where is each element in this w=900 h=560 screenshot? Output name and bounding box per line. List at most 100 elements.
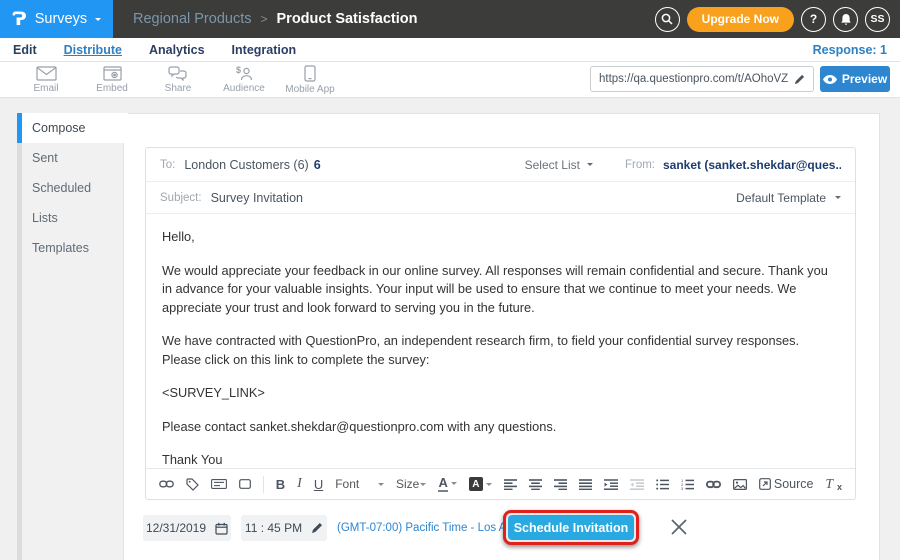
align-center-button[interactable] — [529, 479, 542, 490]
preview-label: Preview — [842, 72, 887, 86]
link-icon — [706, 480, 721, 489]
questionpro-logo: Ɂ — [12, 10, 27, 29]
chevron-down-icon — [95, 18, 101, 21]
tab-analytics[interactable]: Analytics — [149, 43, 205, 57]
chevron-down-icon — [835, 196, 841, 199]
response-count[interactable]: Response: 1 — [813, 43, 887, 57]
bold-button[interactable]: B — [276, 477, 285, 492]
insert-image-button[interactable] — [733, 479, 747, 490]
calendar-icon — [215, 522, 228, 535]
surveys-menu[interactable]: Ɂ Surveys — [0, 0, 113, 38]
bullet-list-button[interactable] — [656, 479, 669, 490]
channel-label: Share — [165, 83, 192, 94]
image-icon — [733, 479, 747, 490]
select-list-dropdown[interactable]: Select List — [525, 158, 593, 172]
breadcrumb-separator: > — [261, 12, 268, 26]
sidebar-item-scheduled[interactable]: Scheduled — [22, 173, 123, 203]
edit-pencil-icon — [311, 522, 323, 534]
tab-distribute[interactable]: Distribute — [64, 43, 122, 57]
svg-text:$: $ — [236, 66, 241, 75]
notifications-button[interactable] — [833, 7, 858, 32]
editor-toolbar: B I U Font Size A A — [146, 468, 855, 499]
schedule-date-field[interactable]: 12/31/2019 — [143, 515, 231, 541]
align-left-button[interactable] — [504, 479, 517, 490]
align-right-button[interactable] — [554, 479, 567, 490]
size-label: Size — [396, 477, 419, 491]
recipient-count[interactable]: 6 — [314, 158, 321, 172]
audience-icon: $ — [234, 66, 254, 81]
bullet-list-icon — [656, 479, 669, 490]
chevron-down-icon — [486, 483, 492, 486]
italic-button[interactable]: I — [297, 476, 302, 492]
indent-increase-icon — [604, 479, 618, 490]
share-icon — [168, 66, 188, 81]
underline-button[interactable]: U — [314, 477, 323, 492]
tab-integration[interactable]: Integration — [232, 43, 297, 57]
upgrade-now-button[interactable]: Upgrade Now — [687, 7, 794, 32]
template-label: Default Template — [736, 191, 826, 205]
size-dropdown[interactable]: Size — [396, 477, 426, 491]
channel-label: Audience — [223, 83, 265, 94]
indent-decrease-button[interactable] — [630, 479, 644, 490]
insert-survey-link-button[interactable] — [159, 479, 174, 489]
sidebar: Compose Sent Scheduled Lists Templates — [17, 113, 123, 560]
breadcrumb: Regional Products > Product Satisfaction — [133, 11, 418, 27]
email-body-editor[interactable]: Hello, We would appreciate your feedback… — [146, 215, 855, 468]
preview-button[interactable]: Preview — [820, 66, 890, 92]
subject-value[interactable]: Survey Invitation — [211, 191, 303, 205]
indent-decrease-icon — [630, 479, 644, 490]
survey-url-field[interactable]: https://qa.questionpro.com/t/AOhoVZfqml — [590, 66, 814, 92]
remove-format-icon: T — [825, 476, 833, 492]
insert-button-button[interactable] — [239, 479, 251, 489]
avatar[interactable]: SS — [865, 7, 890, 32]
align-left-icon — [504, 479, 517, 490]
embed-icon — [103, 66, 122, 81]
insert-field-button[interactable] — [211, 479, 227, 489]
body-paragraph: Thank You — [162, 451, 839, 468]
from-value[interactable]: sanket (sanket.shekdar@ques... — [663, 158, 841, 172]
sidebar-item-sent[interactable]: Sent — [22, 143, 123, 173]
text-color-button[interactable]: A — [438, 476, 456, 492]
indent-increase-button[interactable] — [604, 479, 618, 490]
sidebar-item-compose[interactable]: Compose — [17, 113, 128, 143]
channel-email[interactable]: Email — [13, 66, 79, 94]
source-button[interactable]: Source — [759, 477, 814, 491]
schedule-time-field[interactable]: 11 : 45 PM — [241, 515, 327, 541]
breadcrumb-parent[interactable]: Regional Products — [133, 11, 252, 27]
insert-tag-button[interactable] — [186, 478, 199, 491]
channel-share[interactable]: Share — [145, 66, 211, 94]
bell-icon — [840, 13, 852, 26]
schedule-invitation-button[interactable]: Schedule Invitation — [508, 515, 634, 540]
channel-audience[interactable]: $ Audience — [211, 66, 277, 94]
svg-text:3: 3 — [681, 486, 684, 490]
to-value[interactable]: London Customers (6) — [184, 158, 308, 172]
background-color-button[interactable]: A — [469, 477, 492, 491]
search-button[interactable] — [655, 7, 680, 32]
subject-row: Subject: Survey Invitation Default Templ… — [146, 182, 855, 214]
text-color-icon: A — [438, 476, 447, 492]
insert-link-button[interactable] — [706, 480, 721, 489]
channel-mobile-app[interactable]: Mobile App — [277, 65, 343, 95]
background-color-icon: A — [469, 477, 483, 491]
font-dropdown[interactable]: Font — [335, 477, 384, 491]
help-button[interactable]: ? — [801, 7, 826, 32]
font-label: Font — [335, 477, 359, 491]
remove-format-sub: x — [837, 482, 842, 492]
sidebar-item-templates[interactable]: Templates — [22, 233, 123, 263]
remove-format-button[interactable]: T x — [825, 476, 842, 492]
tab-edit[interactable]: Edit — [13, 43, 37, 57]
sidebar-item-lists[interactable]: Lists — [22, 203, 123, 233]
numbered-list-button[interactable]: 123 — [681, 479, 694, 490]
mobile-app-icon — [304, 65, 316, 82]
page: Ɂ Surveys Regional Products > Product Sa… — [0, 0, 900, 560]
topbar-actions: Upgrade Now ? SS — [655, 7, 900, 32]
template-dropdown[interactable]: Default Template — [736, 191, 841, 205]
align-right-icon — [554, 479, 567, 490]
compose-panel: To: London Customers (6) 6 Select List F… — [145, 147, 856, 500]
close-button[interactable] — [671, 519, 687, 535]
avatar-initials: SS — [870, 13, 884, 25]
toolbar-divider — [263, 476, 264, 493]
channel-embed[interactable]: Embed — [79, 66, 145, 94]
justify-button[interactable] — [579, 479, 592, 490]
from-label: From: — [625, 159, 655, 171]
